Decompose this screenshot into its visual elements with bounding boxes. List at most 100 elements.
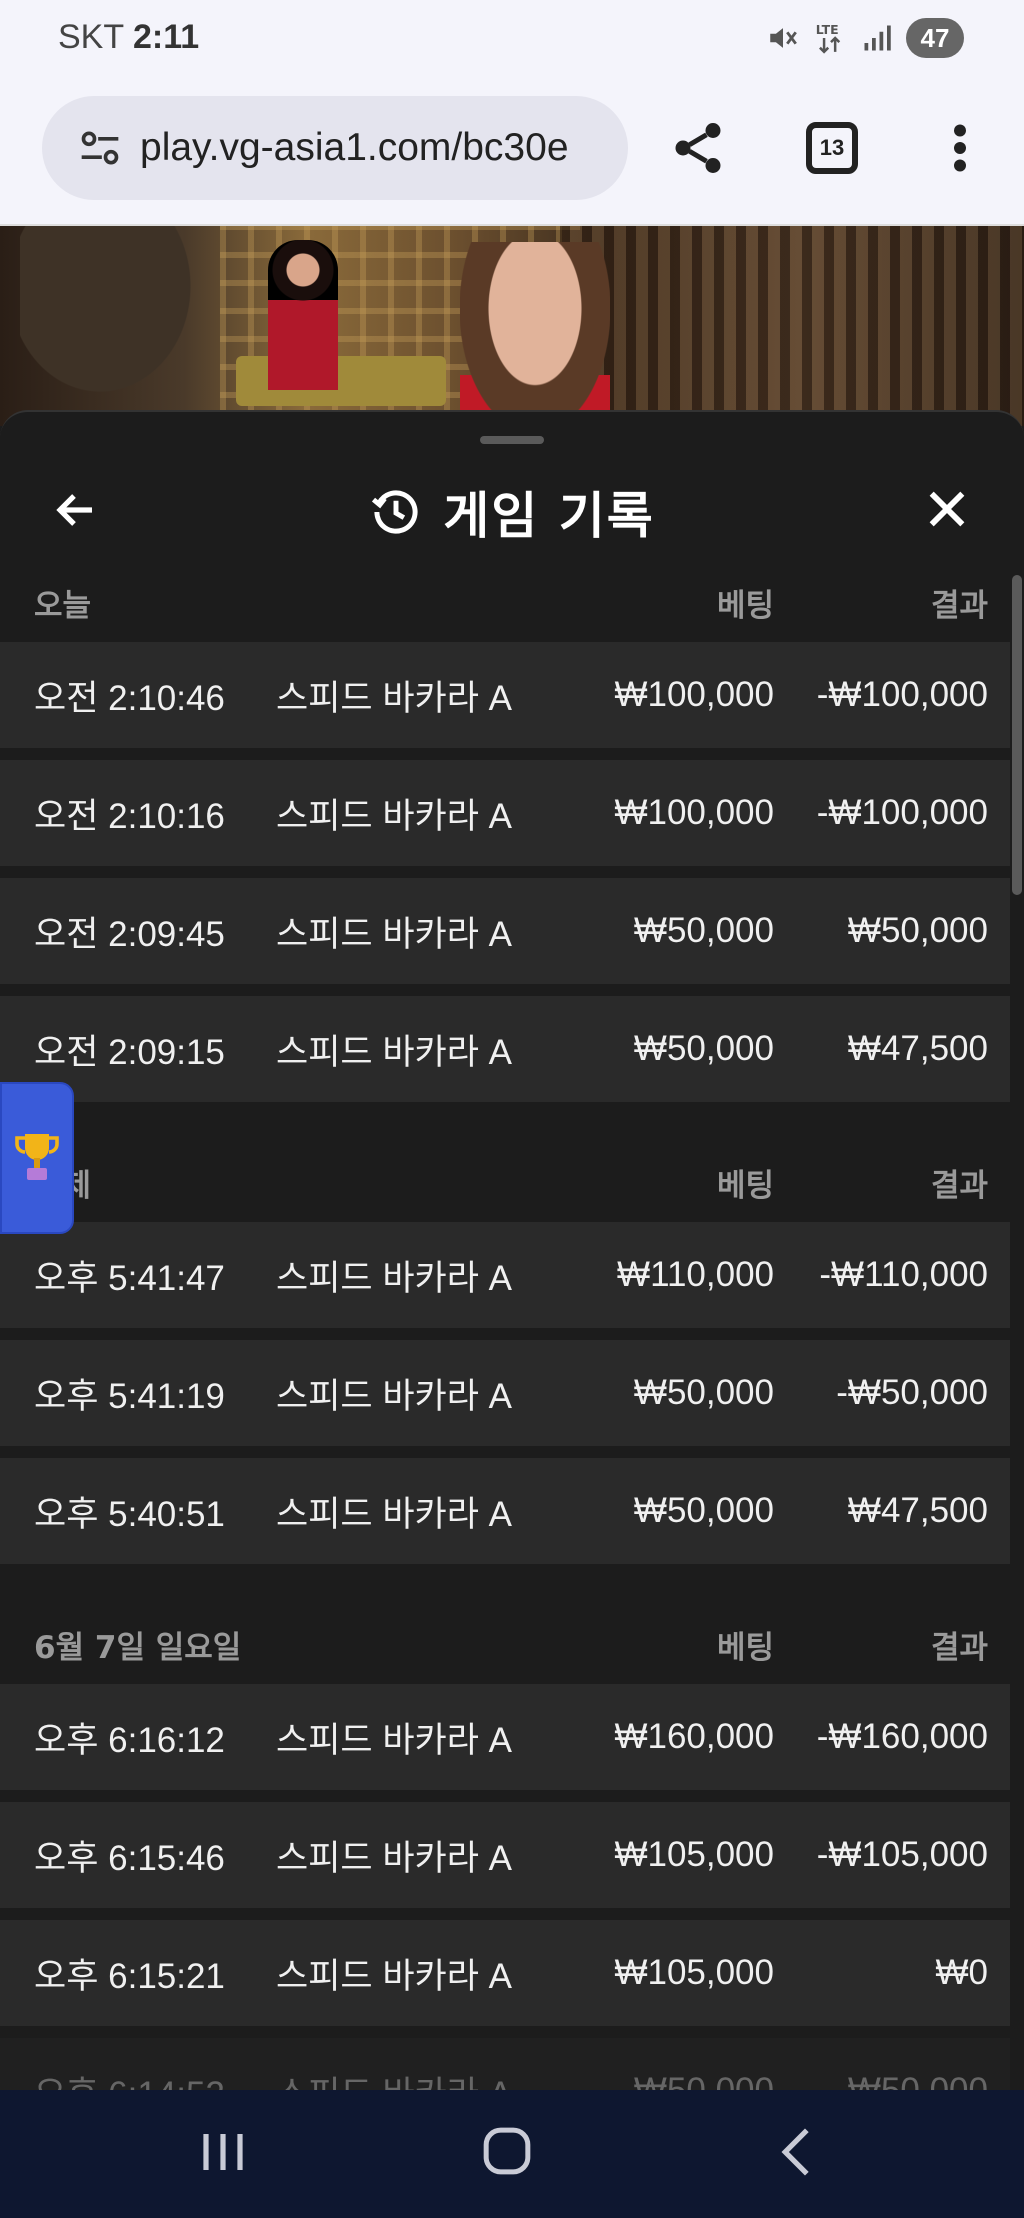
system-back-button[interactable] [778, 2126, 814, 2178]
browser-toolbar: play.vg-asia1.com/bc30e 13 [0, 80, 1024, 226]
row-result: ₩47,500 [847, 1491, 988, 1530]
panel-title: 게임 기록 [443, 487, 655, 545]
lte-label: LTE [816, 22, 839, 37]
row-game: 스피드 바카라 A [276, 796, 512, 836]
row-result: -₩50,000 [836, 2071, 988, 2092]
history-row[interactable]: 오후 6:15:46 스피드 바카라 A ₩105,000 -₩105,000 [0, 1802, 1010, 1908]
row-time: 오전 2:10:46 [34, 678, 225, 718]
row-game: 스피드 바카라 A [276, 1720, 512, 1760]
row-bet: ₩110,000 [617, 1255, 774, 1294]
more-vert-icon [954, 124, 966, 172]
video-person-left [20, 226, 220, 426]
row-bet: ₩105,000 [614, 1835, 774, 1874]
row-result: -₩100,000 [816, 675, 988, 714]
bet-column-header: 베팅 [716, 587, 774, 624]
overflow-menu-button[interactable] [940, 118, 980, 178]
trophy-icon [15, 1134, 59, 1180]
close-icon [929, 491, 965, 527]
site-settings-icon[interactable] [78, 126, 122, 170]
row-time: 오후 5:41:19 [34, 1376, 225, 1416]
history-row[interactable]: 오전 2:10:46 스피드 바카라 A ₩100,000 -₩100,000 [0, 642, 1010, 748]
row-result: ₩47,500 [847, 1029, 988, 1068]
home-button[interactable] [482, 2126, 532, 2176]
signal-icon [862, 23, 892, 53]
scrollbar-thumb[interactable] [1012, 575, 1022, 895]
carrier-time: SKT 2:11 [58, 18, 199, 57]
status-icons: LTE 47 [766, 16, 964, 60]
row-game: 스피드 바카라 A [276, 1956, 512, 1996]
row-time: 오후 6:16:12 [34, 1720, 225, 1760]
row-bet: ₩50,000 [633, 1373, 774, 1412]
row-time: 오후 6:14:52 [34, 2066, 225, 2093]
title-group: 게임 기록 [0, 476, 1024, 548]
section-header: 어제 베팅 결과 [0, 1142, 1010, 1222]
close-button[interactable] [924, 486, 970, 532]
mute-icon [766, 21, 800, 55]
history-row[interactable]: 오전 2:09:15 스피드 바카라 A ₩50,000 ₩47,500 [0, 996, 1010, 1102]
row-result: -₩105,000 [816, 1835, 988, 1874]
history-row[interactable]: 오후 5:41:47 스피드 바카라 A ₩110,000 -₩110,000 [0, 1222, 1010, 1328]
share-button[interactable] [668, 118, 728, 178]
video-dealer-front [460, 242, 610, 426]
battery-indicator: 47 [906, 18, 964, 58]
section-date: 6월 7일 일요일 [34, 1629, 242, 1666]
row-bet: ₩50,000 [633, 2071, 774, 2092]
row-bet: ₩105,000 [614, 1953, 774, 1992]
bet-column-header: 베팅 [716, 1629, 774, 1666]
history-row[interactable]: 오전 2:09:45 스피드 바카라 A ₩50,000 ₩50,000 [0, 878, 1010, 984]
section-header: 오늘 베팅 결과 [0, 562, 1010, 642]
history-icon [369, 485, 423, 539]
row-bet: ₩100,000 [614, 675, 774, 714]
row-result: -₩110,000 [819, 1255, 988, 1294]
row-bet: ₩100,000 [614, 793, 774, 832]
row-result: ₩50,000 [847, 911, 988, 950]
history-row[interactable]: 오후 6:16:12 스피드 바카라 A ₩160,000 -₩160,000 [0, 1684, 1010, 1790]
row-result: -₩160,000 [816, 1717, 988, 1756]
history-row[interactable]: 오후 6:15:21 스피드 바카라 A ₩105,000 ₩0 [0, 1920, 1010, 2026]
address-bar[interactable]: play.vg-asia1.com/bc30e [42, 96, 628, 200]
tab-switcher-button[interactable]: 13 [806, 122, 858, 174]
history-row[interactable]: 오후 5:41:19 스피드 바카라 A ₩50,000 -₩50,000 [0, 1340, 1010, 1446]
row-result: ₩0 [935, 1953, 989, 1992]
row-bet: ₩160,000 [614, 1717, 774, 1756]
history-row[interactable]: 오전 2:10:16 스피드 바카라 A ₩100,000 -₩100,000 [0, 760, 1010, 866]
clock: 2:11 [132, 18, 200, 56]
lte-icon: LTE [814, 20, 848, 56]
row-time: 오후 5:41:47 [34, 1258, 225, 1298]
section-header: 6월 7일 일요일 베팅 결과 [0, 1604, 1010, 1684]
trophy-side-tab[interactable] [0, 1082, 74, 1234]
result-column-header: 결과 [930, 1167, 988, 1204]
history-list: 오늘 베팅 결과 오전 2:10:46 스피드 바카라 A ₩100,000 -… [0, 562, 1010, 2092]
system-nav-bar [0, 2090, 1024, 2218]
home-icon [483, 2127, 531, 2175]
recent-apps-button[interactable] [196, 2128, 250, 2176]
history-row[interactable]: 오후 6:14:52 스피드 바카라 A ₩50,000 -₩50,000 [0, 2038, 1010, 2092]
row-time: 오전 2:10:16 [34, 796, 225, 836]
result-column-header: 결과 [930, 1629, 988, 1666]
section-date: 오늘 [34, 587, 92, 624]
status-bar: SKT 2:11 LTE 47 [0, 0, 1024, 80]
carrier-label: SKT [58, 18, 124, 56]
game-history-panel: 게임 기록 오늘 베팅 결과 오전 2:10:46 스피드 바카라 A ₩100… [0, 410, 1024, 2092]
bet-column-header: 베팅 [716, 1167, 774, 1204]
row-bet: ₩50,000 [633, 911, 774, 950]
row-time: 오후 5:40:51 [34, 1494, 225, 1534]
video-dealer-back [268, 240, 338, 390]
url-text[interactable]: play.vg-asia1.com/bc30e [140, 126, 569, 170]
share-icon [675, 123, 721, 173]
drag-handle[interactable] [480, 436, 544, 444]
row-game: 스피드 바카라 A [276, 1838, 512, 1878]
row-result: -₩50,000 [836, 1373, 988, 1412]
history-row[interactable]: 오후 5:40:51 스피드 바카라 A ₩50,000 ₩47,500 [0, 1458, 1010, 1564]
row-game: 스피드 바카라 A [276, 914, 512, 954]
row-time: 오전 2:09:15 [34, 1032, 225, 1072]
row-time: 오후 6:15:21 [34, 1956, 225, 1996]
result-column-header: 결과 [930, 587, 988, 624]
row-bet: ₩50,000 [633, 1029, 774, 1068]
video-curtain [560, 226, 1024, 426]
chevron-left-icon [781, 2128, 809, 2176]
row-bet: ₩50,000 [633, 1491, 774, 1530]
live-video-stream [0, 226, 1024, 426]
